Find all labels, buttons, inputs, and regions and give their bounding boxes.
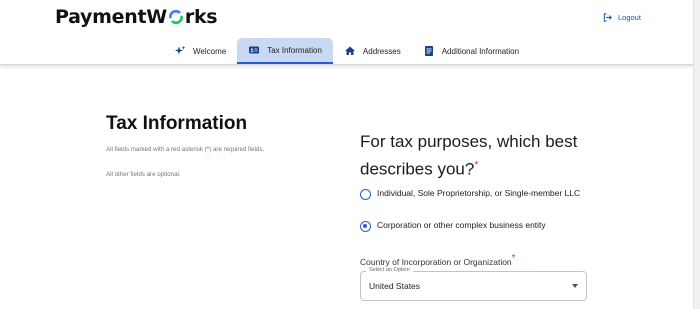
- required-note-text-start: All fields marked with a red asterisk (: [106, 146, 207, 153]
- country-select[interactable]: Select an Option United States: [360, 267, 587, 301]
- tab-welcome[interactable]: Welcome: [163, 38, 237, 64]
- country-label-text: Country of Incorporation or Organization: [360, 256, 512, 267]
- optional-fields-note: All other fields are optional.: [106, 171, 181, 178]
- option-corporation[interactable]: Corporation or other complex business en…: [360, 219, 582, 232]
- document-icon: [424, 46, 433, 56]
- option-individual[interactable]: Individual, Sole Proprietorship, or Sing…: [360, 187, 582, 200]
- logout-button[interactable]: Logout: [602, 12, 641, 23]
- select-legend: Select an Option: [366, 267, 413, 273]
- tab-addresses[interactable]: Addresses: [333, 38, 412, 64]
- required-fields-note: All fields marked with a red asterisk (*…: [106, 145, 281, 154]
- tax-classification-question: For tax purposes, which best describes y…: [360, 130, 590, 182]
- option-corporation-label: Corporation or other complex business en…: [377, 220, 546, 230]
- paymentworks-logo[interactable]: PaymentW rks: [55, 6, 218, 28]
- home-icon: [344, 46, 355, 55]
- tab-tax-information[interactable]: Tax Information: [237, 38, 333, 64]
- chevron-down-icon[interactable]: [572, 284, 578, 288]
- radio-individual[interactable]: [360, 189, 371, 200]
- required-note-text-end: ) are required fields.: [209, 146, 265, 153]
- logout-icon: [603, 13, 612, 22]
- tab-welcome-label: Welcome: [193, 46, 227, 56]
- top-header: PaymentW rks Logout Welcome Tax Informat…: [0, 0, 693, 65]
- logo-text-end: rks: [184, 6, 218, 28]
- country-required-asterisk: *: [511, 253, 516, 264]
- radio-corporation[interactable]: [360, 221, 371, 232]
- logout-label: Logout: [618, 13, 641, 22]
- required-asterisk: *: [474, 160, 479, 171]
- option-individual-label: Individual, Sole Proprietorship, or Sing…: [377, 188, 581, 198]
- step-tabs: Welcome Tax Information Addresses Additi…: [163, 38, 530, 64]
- logo-swirl-icon: [168, 9, 183, 25]
- country-field-label: Country of Incorporation or Organization…: [360, 253, 516, 267]
- country-select-value: United States: [369, 281, 421, 291]
- logo-text-start: PaymentW: [55, 6, 167, 28]
- question-text: For tax purposes, which best describes y…: [360, 132, 578, 179]
- sparkle-icon: [175, 46, 186, 55]
- page-title: Tax Information: [106, 113, 248, 134]
- scrollbar[interactable]: [693, 0, 700, 309]
- tab-additional-information[interactable]: Additional Information: [412, 38, 530, 64]
- id-card-icon: [249, 46, 260, 54]
- tab-addresses-label: Addresses: [362, 46, 401, 56]
- tab-additional-information-label: Additional Information: [441, 46, 520, 56]
- tab-tax-information-label: Tax Information: [267, 45, 322, 55]
